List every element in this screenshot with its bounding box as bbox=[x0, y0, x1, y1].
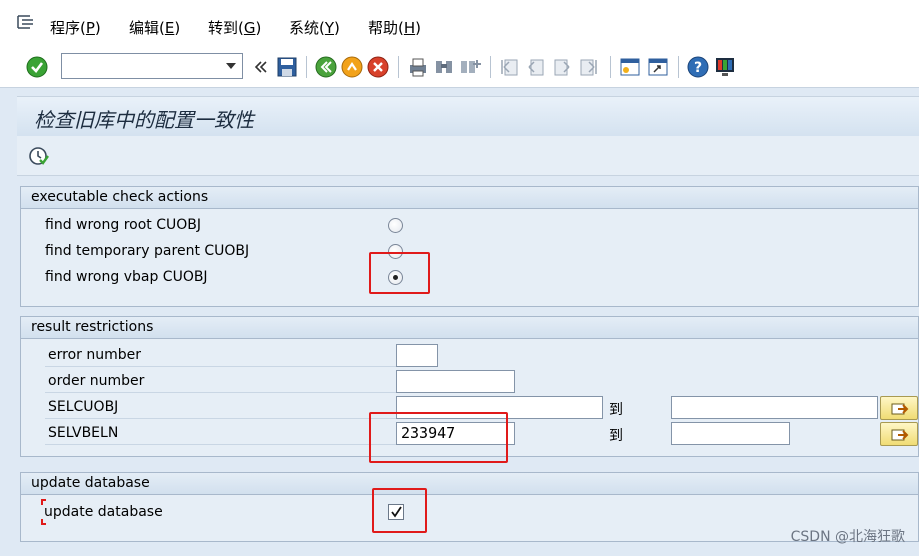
application-toolbar bbox=[17, 136, 919, 176]
toolbar-separator bbox=[678, 56, 679, 78]
exit-icon[interactable] bbox=[341, 56, 363, 78]
group-title: update database bbox=[21, 473, 918, 495]
option-label-root: find wrong root CUOBJ bbox=[45, 217, 201, 233]
highlight-box bbox=[369, 412, 508, 463]
range-to-label: 到 bbox=[609, 402, 623, 418]
last-page-icon[interactable] bbox=[577, 56, 599, 78]
radio-wrong-root-cuobj[interactable] bbox=[388, 218, 403, 233]
menu-icon[interactable] bbox=[16, 14, 36, 30]
group-title: executable check actions bbox=[21, 187, 918, 209]
watermark: CSDN @北海狂歌 bbox=[790, 529, 905, 545]
error-number-input[interactable] bbox=[396, 344, 438, 367]
menu-help[interactable]: 帮助(H) bbox=[368, 17, 421, 38]
toolbar-separator bbox=[610, 56, 611, 78]
multiple-selection-icon bbox=[891, 429, 909, 441]
multiple-selection-button[interactable] bbox=[880, 396, 918, 420]
selvbeln-high-input[interactable] bbox=[671, 422, 790, 445]
previous-page-icon[interactable] bbox=[525, 56, 547, 78]
chevron-down-icon[interactable] bbox=[226, 63, 236, 69]
menu-edit[interactable]: 编辑(E) bbox=[129, 17, 180, 38]
save-icon[interactable] bbox=[276, 56, 298, 78]
execute-icon[interactable] bbox=[27, 144, 49, 166]
selcuobj-high-input[interactable] bbox=[671, 396, 878, 419]
group-check-actions: executable check actions find wrong root… bbox=[20, 186, 919, 307]
toolbar-separator bbox=[398, 56, 399, 78]
svg-text:?: ? bbox=[694, 60, 702, 76]
highlight-box bbox=[372, 488, 427, 533]
enter-check-icon[interactable] bbox=[26, 56, 48, 78]
find-next-icon[interactable] bbox=[459, 56, 481, 78]
help-icon[interactable]: ? bbox=[687, 56, 709, 78]
menu-system[interactable]: 系统(Y) bbox=[289, 17, 340, 38]
back-icon[interactable] bbox=[315, 56, 337, 78]
option-label-vbap: find wrong vbap CUOBJ bbox=[45, 269, 208, 285]
new-session-icon[interactable] bbox=[619, 56, 641, 78]
highlight-box bbox=[369, 252, 430, 294]
menu-program[interactable]: 程序(P) bbox=[50, 17, 101, 38]
group-result-restrictions: result restrictions error number order n… bbox=[20, 316, 919, 463]
option-label-temp-parent: find temporary parent CUOBJ bbox=[45, 243, 250, 259]
standard-toolbar: ? bbox=[0, 46, 919, 88]
selvbeln-label: SELVBELN bbox=[48, 425, 119, 441]
toolbar-separator bbox=[490, 56, 491, 78]
find-icon[interactable] bbox=[433, 56, 455, 78]
menu-goto[interactable]: 转到(G) bbox=[208, 17, 261, 38]
row-divider bbox=[45, 444, 397, 445]
title-bar: 检查旧库中的配置一致性 bbox=[17, 96, 919, 136]
cancel-icon[interactable] bbox=[367, 56, 389, 78]
shortcut-icon[interactable] bbox=[647, 56, 669, 78]
error-number-label: error number bbox=[48, 347, 141, 363]
selcuobj-label: SELCUOBJ bbox=[48, 399, 119, 415]
page-title: 检查旧库中的配置一致性 bbox=[34, 108, 254, 132]
row-divider bbox=[45, 418, 397, 419]
print-icon[interactable] bbox=[407, 56, 429, 78]
command-field[interactable] bbox=[61, 53, 243, 79]
order-number-label: order number bbox=[48, 373, 145, 389]
row-divider bbox=[45, 392, 397, 393]
row-divider bbox=[45, 366, 397, 367]
range-to-label: 到 bbox=[609, 428, 623, 444]
first-page-icon[interactable] bbox=[499, 56, 521, 78]
menu-bar: 程序(P) 编辑(E) 转到(G) 系统(Y) 帮助(H) bbox=[0, 0, 919, 46]
group-title: result restrictions bbox=[21, 317, 918, 339]
next-page-icon[interactable] bbox=[551, 56, 573, 78]
collapse-chevron-icon[interactable] bbox=[250, 56, 272, 78]
multiple-selection-icon bbox=[891, 403, 909, 415]
update-database-label: update database bbox=[44, 504, 163, 520]
customize-layout-icon[interactable] bbox=[714, 56, 736, 78]
group-update-database: update database update database bbox=[20, 472, 919, 542]
multiple-selection-button[interactable] bbox=[880, 422, 918, 446]
toolbar-separator bbox=[306, 56, 307, 78]
order-number-input[interactable] bbox=[396, 370, 515, 393]
